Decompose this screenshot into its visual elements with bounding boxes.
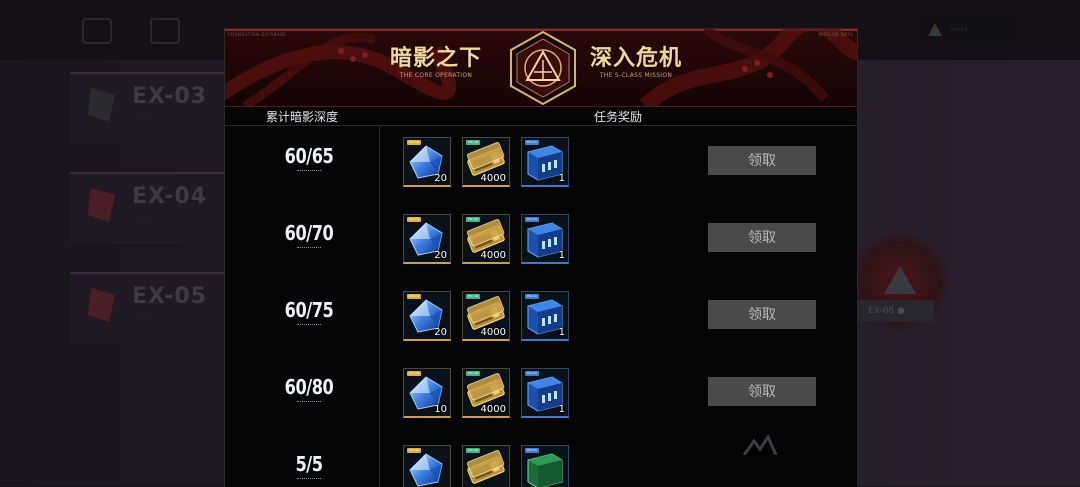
reward-quantity: 20 xyxy=(434,250,447,261)
rarity-tag: PIC-1B xyxy=(466,371,480,376)
depth-progress: 60/80 xyxy=(284,375,334,399)
rarity-tag: PIC-1C xyxy=(525,217,539,222)
reward-row: 60/65 PIC-1A 20 PIC-1B 4000 PIC-1C 1 领取 xyxy=(225,125,857,202)
reward-item[interactable]: PIC-1B 4000 xyxy=(462,291,510,341)
reward-quantity: 20 xyxy=(434,327,447,338)
boss-emblem-tag: EX-06 ● xyxy=(858,300,934,322)
resource-icon xyxy=(928,23,942,36)
depth-underline xyxy=(297,401,321,403)
stage-mark-icon xyxy=(88,288,115,322)
reward-item[interactable]: PIC-1A 20 xyxy=(403,291,451,341)
claimed-mark-icon xyxy=(742,435,778,455)
depth-column-header: 累计暗影深度 xyxy=(265,110,338,124)
rarity-tag: PIC-1B xyxy=(466,140,480,145)
rarity-tag: PIC-1C xyxy=(525,294,539,299)
rewards-column-header: 任务奖励 xyxy=(593,110,642,124)
reward-item[interactable]: PIC-1B 4000 xyxy=(462,137,510,187)
depth-underline xyxy=(297,170,321,172)
rarity-tag: PIC-1C xyxy=(525,371,539,376)
reward-quantity: 1 xyxy=(558,404,565,415)
reward-item[interactable]: PIC-1C xyxy=(521,445,569,487)
background-stage-card: EX-04 ······ xyxy=(70,172,230,244)
reward-quantity: 4000 xyxy=(480,327,506,338)
resource-counter: ····· xyxy=(918,16,1018,46)
reward-quantity: 20 xyxy=(434,173,447,184)
reward-item[interactable]: PIC-1C 1 xyxy=(521,214,569,264)
depth-progress: 5/5 xyxy=(295,452,323,476)
banner-title-left: 暗影之下 THE CORE OPERATION xyxy=(381,45,491,79)
stage-sub: ······ xyxy=(132,314,150,324)
title-right-chinese: 深入危机 xyxy=(589,45,682,71)
reward-item[interactable]: PIC-1C 1 xyxy=(521,368,569,418)
depth-progress: 60/75 xyxy=(284,298,334,322)
background-stage-card: EX-03 ······ xyxy=(70,72,230,144)
rarity-tag: PIC-1A xyxy=(407,140,421,145)
boss-emblem-icon xyxy=(884,266,916,294)
title-left-chinese: 暗影之下 xyxy=(389,45,482,71)
reward-item[interactable]: PIC-1A 10 xyxy=(403,368,451,418)
rarity-tag: PIC-1B xyxy=(466,448,480,453)
back-icon xyxy=(82,18,112,44)
table-header: 累计暗影深度 任务奖励 xyxy=(225,106,857,126)
depth-progress: 60/70 xyxy=(284,221,334,245)
reward-item[interactable]: PIC-1B 4000 xyxy=(462,368,510,418)
rarity-tag: PIC-1A xyxy=(407,448,421,453)
rarity-tag: PIC-1A xyxy=(407,217,421,222)
stage-sub: ······ xyxy=(132,214,150,224)
stage-mark-icon xyxy=(88,88,115,122)
reward-item[interactable]: PIC-1C 1 xyxy=(521,137,569,187)
reward-item[interactable]: PIC-1A xyxy=(403,445,451,487)
rarity-tag: PIC-1A xyxy=(407,294,421,299)
reward-item[interactable]: PIC-1A 20 xyxy=(403,214,451,264)
banner-title-right: 深入危机 THE S-CLASS MISSION xyxy=(581,45,691,79)
rarity-tag: PIC-1B xyxy=(466,294,480,299)
reward-row: 5/5 PIC-1A PIC-1B PIC-1C xyxy=(225,433,857,487)
banner-tiny-label-left: FOUNDATION DATABASE xyxy=(228,32,287,37)
claim-button[interactable]: 领取 xyxy=(708,146,816,175)
stage-sub: ······ xyxy=(132,114,150,124)
rarity-tag: PIC-1C xyxy=(525,448,539,453)
reward-item[interactable]: PIC-1C 1 xyxy=(521,291,569,341)
resource-value: ····· xyxy=(950,23,968,36)
reward-item[interactable]: PIC-1B xyxy=(462,445,510,487)
reward-item[interactable]: PIC-1B 4000 xyxy=(462,214,510,264)
reward-item[interactable]: PIC-1A 20 xyxy=(403,137,451,187)
popup-banner: FOUNDATION DATABASE MISSION DATA 暗影之下 TH… xyxy=(225,29,857,107)
reward-quantity: 1 xyxy=(558,173,565,184)
rarity-tag: PIC-1B xyxy=(466,217,480,222)
rarity-tag: PIC-1A xyxy=(407,371,421,376)
reward-quantity: 10 xyxy=(434,404,447,415)
stage-code: EX-04 xyxy=(132,184,207,209)
depth-underline xyxy=(297,247,321,249)
background-stage-card: EX-05 ······ xyxy=(70,272,230,344)
reward-quantity: 1 xyxy=(558,327,565,338)
title-right-english: THE S-CLASS MISSION xyxy=(599,72,673,79)
banner-tiny-label-right: MISSION DATA xyxy=(818,32,853,37)
stage-code: EX-03 xyxy=(132,84,207,109)
reward-row: 60/70 PIC-1A 20 PIC-1B 4000 PIC-1C 1 领取 xyxy=(225,202,857,279)
reward-quantity: 4000 xyxy=(480,250,506,261)
reward-quantity: 4000 xyxy=(480,404,506,415)
reward-row: 60/80 PIC-1A 10 PIC-1B 4000 PIC-1C 1 领取 xyxy=(225,356,857,433)
home-icon xyxy=(150,18,180,44)
depth-underline xyxy=(297,324,321,326)
depth-underline xyxy=(297,478,321,480)
claim-button[interactable]: 领取 xyxy=(708,300,816,329)
reward-quantity: 1 xyxy=(558,250,565,261)
reward-row: 60/75 PIC-1A 20 PIC-1B 4000 PIC-1C 1 领取 xyxy=(225,279,857,356)
title-left-english: THE CORE OPERATION xyxy=(399,72,473,79)
reward-quantity: 4000 xyxy=(480,173,506,184)
stage-mark-icon xyxy=(88,188,115,222)
operation-emblem-icon xyxy=(510,30,576,106)
depth-progress: 60/65 xyxy=(284,144,334,168)
stage-code: EX-05 xyxy=(132,284,207,309)
rarity-tag: PIC-1C xyxy=(525,140,539,145)
claim-button[interactable]: 领取 xyxy=(708,377,816,406)
claim-button[interactable]: 领取 xyxy=(708,223,816,252)
reward-popup: FOUNDATION DATABASE MISSION DATA 暗影之下 TH… xyxy=(224,28,858,487)
